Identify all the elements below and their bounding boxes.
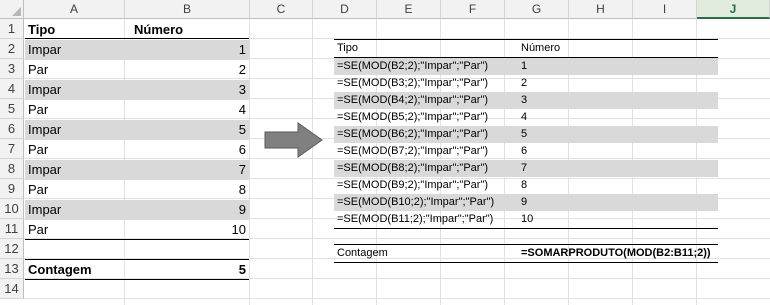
formula-cell[interactable]: =SE(MOD(B10;2);"Impar";"Par") <box>335 194 517 211</box>
tipo-cell[interactable]: Impar <box>25 79 125 99</box>
count-formula[interactable]: =SOMARPRODUTO(MOD(B2:B11;2)) <box>519 245 717 262</box>
tipo-cell[interactable]: Par <box>25 179 125 199</box>
numero-cell[interactable]: 5 <box>519 126 579 143</box>
column-header-h[interactable]: H <box>569 0 633 19</box>
select-all-corner[interactable] <box>0 0 24 19</box>
tipo-cell[interactable]: Par <box>25 99 125 119</box>
row-header-12[interactable]: 12 <box>0 239 24 259</box>
column-header-d[interactable]: D <box>313 0 377 19</box>
tipo-cell[interactable]: Impar <box>25 119 125 139</box>
column-header-b[interactable]: B <box>125 0 250 19</box>
count-value[interactable]: 5 <box>125 259 249 279</box>
formula-cell[interactable]: =SE(MOD(B3;2);"Impar";"Par") <box>335 75 517 92</box>
formula-cell[interactable]: =SE(MOD(B9;2);"Impar";"Par") <box>335 177 517 194</box>
numero-cell[interactable]: 7 <box>519 160 579 177</box>
gridline <box>24 298 770 299</box>
formula-cell[interactable]: =SE(MOD(B2;2);"Impar";"Par") <box>335 58 517 75</box>
row-header-7[interactable]: 7 <box>0 139 24 159</box>
formula-cell[interactable]: =SE(MOD(B8;2);"Impar";"Par") <box>335 160 517 177</box>
formula-header-numero[interactable]: Número <box>519 40 709 57</box>
tipo-cell[interactable]: Impar <box>25 39 125 59</box>
row-header-13[interactable]: 13 <box>0 259 24 279</box>
numero-cell[interactable]: 6 <box>125 139 249 159</box>
numero-cell[interactable]: 2 <box>125 59 249 79</box>
formula-cell[interactable]: =SE(MOD(B11;2);"Impar";"Par") <box>335 211 517 228</box>
formula-cell[interactable]: =SE(MOD(B6;2);"Impar";"Par") <box>335 126 517 143</box>
formula-cell[interactable]: =SE(MOD(B4;2);"Impar";"Par") <box>335 92 517 109</box>
row-header-11[interactable]: 11 <box>0 219 24 239</box>
numero-cell[interactable]: 5 <box>125 119 249 139</box>
column-header-j[interactable]: J <box>697 0 770 19</box>
table-bottom-border <box>25 239 249 240</box>
tipo-cell[interactable]: Par <box>25 59 125 79</box>
tipo-cell[interactable]: Par <box>25 139 125 159</box>
count-bottom-border <box>334 262 718 263</box>
column-header-f[interactable]: F <box>441 0 505 19</box>
numero-cell[interactable]: 9 <box>125 199 249 219</box>
numero-cell[interactable]: 10 <box>519 211 579 228</box>
numero-cell[interactable]: 3 <box>125 79 249 99</box>
row-header-10[interactable]: 10 <box>0 199 24 219</box>
column-header-c[interactable]: C <box>250 0 313 19</box>
table-bottom-border <box>334 228 718 229</box>
numero-cell[interactable]: 3 <box>519 92 579 109</box>
formula-cell[interactable]: =SE(MOD(B5;2);"Impar";"Par") <box>335 109 517 126</box>
row-header-14[interactable]: 14 <box>0 279 24 299</box>
tipo-cell[interactable]: Impar <box>25 199 125 219</box>
numero-cell[interactable]: 9 <box>519 194 579 211</box>
numero-cell[interactable]: 4 <box>125 99 249 119</box>
column-header-a[interactable]: A <box>24 0 125 19</box>
numero-cell[interactable]: 2 <box>519 75 579 92</box>
formula-count-label[interactable]: Contagem <box>335 245 515 262</box>
numero-cell[interactable]: 10 <box>125 219 249 239</box>
formula-header-tipo[interactable]: Tipo <box>335 40 515 57</box>
row-header-3[interactable]: 3 <box>0 59 24 79</box>
numero-cell[interactable]: 6 <box>519 143 579 160</box>
row-header-2[interactable]: 2 <box>0 39 24 59</box>
row-header-1[interactable]: 1 <box>0 19 24 39</box>
row-header-6[interactable]: 6 <box>0 119 24 139</box>
row-header-5[interactable]: 5 <box>0 99 24 119</box>
column-header-e[interactable]: E <box>377 0 441 19</box>
formula-cell[interactable]: =SE(MOD(B7;2);"Impar";"Par") <box>335 143 517 160</box>
numero-cell[interactable]: 8 <box>125 179 249 199</box>
row-header-9[interactable]: 9 <box>0 179 24 199</box>
numero-cell[interactable]: 4 <box>519 109 579 126</box>
count-label[interactable]: Contagem <box>25 259 125 279</box>
row-header-4[interactable]: 4 <box>0 79 24 99</box>
tipo-cell[interactable]: Par <box>25 219 125 239</box>
numero-cell[interactable]: 7 <box>125 159 249 179</box>
numero-cell[interactable]: 8 <box>519 177 579 194</box>
column-header-i[interactable]: I <box>633 0 697 19</box>
gridline <box>312 19 313 305</box>
spreadsheet-grid[interactable]: A B C D E F G H I J 1 2 3 4 5 6 7 8 9 10… <box>0 0 770 305</box>
numero-cell[interactable]: 1 <box>519 58 579 75</box>
header-tipo[interactable]: Tipo <box>25 19 125 39</box>
row-header-8[interactable]: 8 <box>0 159 24 179</box>
right-arrow-icon <box>264 122 323 158</box>
numero-cell[interactable]: 1 <box>125 39 249 59</box>
column-header-g[interactable]: G <box>505 0 569 19</box>
header-numero[interactable]: Número <box>131 19 249 39</box>
gridline <box>249 19 250 305</box>
tipo-cell[interactable]: Impar <box>25 159 125 179</box>
count-bottom-border <box>25 279 249 280</box>
